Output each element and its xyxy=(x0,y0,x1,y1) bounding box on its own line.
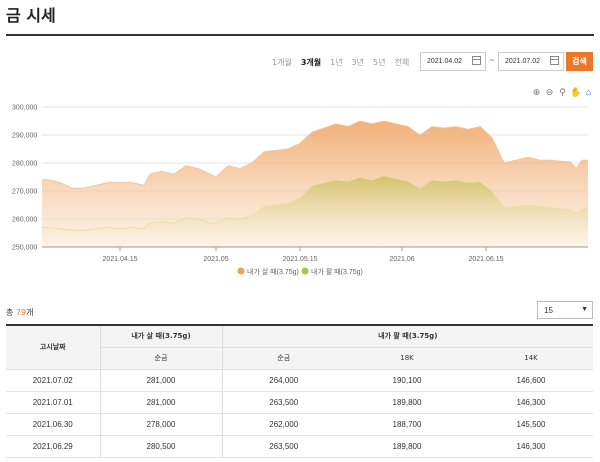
start-date-input[interactable]: 2021.04.02 xyxy=(420,52,486,71)
y-tick-label: 260,000 xyxy=(12,217,37,224)
period-1year[interactable]: 1년 xyxy=(330,57,342,68)
chart-legend: 내가 살 때(3.75g) 내가 팔 때(3.75g) xyxy=(237,267,363,276)
period-1month[interactable]: 1개월 xyxy=(272,57,292,68)
cell-14k: 146,600 xyxy=(469,369,593,392)
table-row: 2021.07.02 281,000 264,000 190,100 146,6… xyxy=(6,369,593,392)
search-button[interactable]: 검색 xyxy=(566,52,593,71)
legend-marker-sell xyxy=(301,267,309,275)
calendar-icon[interactable] xyxy=(472,56,481,65)
count-prefix: 총 xyxy=(6,308,16,317)
table-row: 2021.06.30 278,000 262,000 188,700 145,5… xyxy=(6,413,593,436)
calendar-icon[interactable] xyxy=(550,56,559,65)
y-tick-label: 270,000 xyxy=(12,189,37,196)
title-divider xyxy=(6,34,594,36)
period-all[interactable]: 전체 xyxy=(394,57,409,68)
page-title: 금 시세 xyxy=(6,6,56,25)
page-size-select[interactable]: 15 ▼ xyxy=(537,301,593,319)
start-date-value: 2021.04.02 xyxy=(427,58,463,65)
x-tick-label: 2021.06 xyxy=(389,256,414,263)
cell-buy-pure: 281,000 xyxy=(99,369,222,392)
x-tick-label: 2021.06.15 xyxy=(468,256,503,263)
table-row: 2021.06.29 280,500 263,500 189,800 146,3… xyxy=(6,435,593,458)
result-count: 총 79개 xyxy=(6,307,33,318)
y-tick-label: 280,000 xyxy=(12,161,37,168)
x-tick-label: 2021.05 xyxy=(203,256,228,263)
price-table: 고시날짜 내가 살 때(3.75g) 내가 팔 때(3.75g) 순금 순금 1… xyxy=(6,324,593,458)
cell-sell-pure: 263,500 xyxy=(221,435,345,458)
col-buy-group-header: 내가 살 때(3.75g) xyxy=(99,324,222,348)
end-date-input[interactable]: 2021.07.02 xyxy=(498,52,564,71)
period-3years[interactable]: 3년 xyxy=(352,57,364,68)
cell-18k: 189,800 xyxy=(345,435,469,458)
cell-18k: 189,800 xyxy=(345,391,469,414)
col-date-header: 고시날짜 xyxy=(6,324,100,370)
gold-price-page: 금 시세 1개월 3개월 1년 3년 5년 전체 2021.04.02 ~ 20… xyxy=(0,0,600,462)
cell-sell-pure: 264,000 xyxy=(221,369,345,392)
cell-14k: 146,300 xyxy=(469,391,593,414)
cell-18k: 190,100 xyxy=(345,369,469,392)
cell-buy-pure: 280,500 xyxy=(99,435,222,458)
chevron-down-icon: ▼ xyxy=(581,306,588,313)
cell-14k: 146,300 xyxy=(469,435,593,458)
period-5years[interactable]: 5년 xyxy=(373,57,385,68)
x-tick-label: 2021.05.15 xyxy=(282,256,317,263)
cell-14k: 145,500 xyxy=(469,413,593,436)
count-suffix: 개 xyxy=(26,308,34,317)
date-range-separator: ~ xyxy=(489,55,495,65)
page-size-value: 15 xyxy=(544,306,553,315)
end-date-value: 2021.07.02 xyxy=(505,58,541,65)
cell-date: 2021.07.02 xyxy=(6,369,100,392)
gold-price-chart: 300,000 290,000 280,000 270,000 260,000 250,0… xyxy=(12,105,589,276)
count-number: 79 xyxy=(15,308,27,317)
cell-18k: 188,700 xyxy=(345,413,469,436)
cell-sell-pure: 262,000 xyxy=(221,413,345,436)
y-tick-label: 250,000 xyxy=(12,245,37,252)
y-tick-label: 300,000 xyxy=(12,105,37,112)
cell-buy-pure: 281,000 xyxy=(99,391,222,414)
col-18k-header: 18K xyxy=(345,347,469,370)
col-14k-header: 14K xyxy=(469,347,593,370)
legend-label-sell[interactable]: 내가 팔 때(3.75g) xyxy=(311,267,363,276)
legend-label-buy[interactable]: 내가 살 때(3.75g) xyxy=(247,267,299,276)
period-3months[interactable]: 3개월 xyxy=(301,57,321,68)
col-sell-group-header: 내가 팔 때(3.75g) xyxy=(221,324,593,348)
cell-date: 2021.06.30 xyxy=(6,413,100,436)
col-sell-pure-header: 순금 xyxy=(221,347,345,370)
cell-sell-pure: 263,500 xyxy=(221,391,345,414)
table-row: 2021.07.01 281,000 263,500 189,800 146,3… xyxy=(6,391,593,414)
y-tick-label: 290,000 xyxy=(12,133,37,140)
legend-marker-buy xyxy=(237,267,245,275)
x-tick-label: 2021.04.15 xyxy=(102,256,137,263)
period-tabs: 1개월 3개월 1년 3년 5년 전체 xyxy=(272,57,418,68)
col-buy-pure-header: 순금 xyxy=(99,347,222,370)
cell-date: 2021.06.29 xyxy=(6,435,100,458)
cell-buy-pure: 278,000 xyxy=(99,413,222,436)
cell-date: 2021.07.01 xyxy=(6,391,100,414)
